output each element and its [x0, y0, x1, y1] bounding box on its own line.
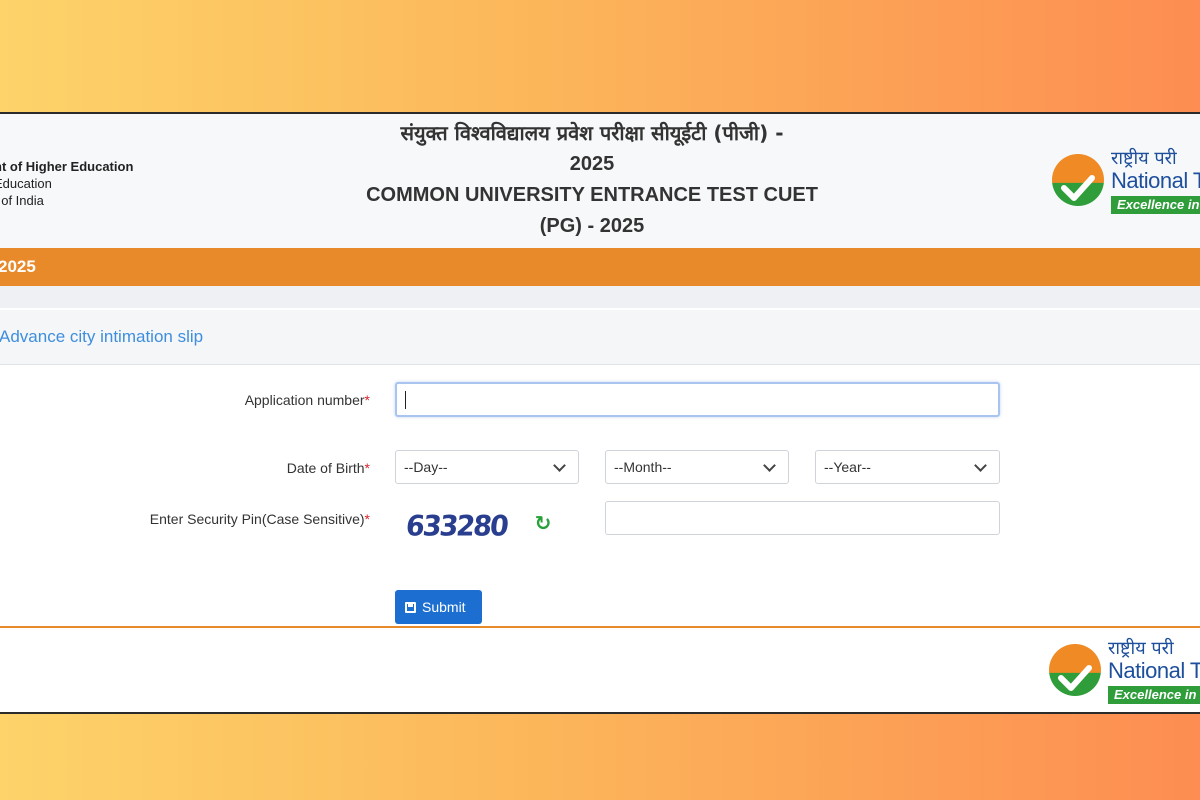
application-number-input[interactable]	[395, 382, 1000, 417]
save-icon	[405, 601, 416, 613]
chevron-down-icon	[763, 459, 776, 472]
nta-emblem-icon	[1049, 644, 1101, 696]
site-header: nt of Higher Education Education t of In…	[0, 114, 1200, 248]
captcha-image: 633280	[396, 501, 524, 553]
chevron-down-icon	[974, 459, 987, 472]
logo-hindi-text: राष्ट्रीय परी	[1111, 148, 1177, 169]
security-pin-input[interactable]	[605, 501, 1000, 535]
required-mark: *	[364, 460, 370, 476]
logo-english-text: National Tes	[1111, 168, 1200, 193]
security-pin-label: Enter Security Pin(Case Sensitive)*	[150, 511, 370, 527]
page-title: संयुक्त विश्वविद्यालय प्रवेश परीक्षा सीय…	[350, 118, 834, 242]
chevron-down-icon	[553, 459, 566, 472]
refresh-captcha-icon[interactable]: ↻	[532, 513, 554, 535]
panel-heading: Advance city intimation slip	[0, 310, 1200, 365]
submit-label: Submit	[422, 599, 466, 615]
logo-tagline: Excellence in	[1111, 196, 1200, 214]
nta-logo[interactable]: राष्ट्रीय परी National Tes Excellence in	[1052, 146, 1200, 218]
date-of-birth-label: Date of Birth*	[287, 460, 370, 476]
check-icon	[1058, 665, 1092, 691]
submit-button[interactable]: Submit	[395, 590, 482, 624]
orange-title-bar: 2025	[0, 248, 1200, 286]
title-hindi-line-2: 2025	[569, 153, 615, 175]
title-english-line-1: COMMON UNIVERSITY ENTRANCE TEST CUET	[366, 184, 818, 206]
ministry-text: nt of Higher Education Education t of In…	[0, 158, 133, 209]
footer-logo-english-text: National Tes	[1108, 658, 1200, 683]
application-number-label-text: Application number	[244, 392, 365, 408]
dob-month-select[interactable]: --Month--	[605, 450, 789, 484]
footer-nta-logo[interactable]: राष्ट्रीय परी National Tes Excellence in	[1049, 636, 1200, 708]
text-caret	[405, 391, 406, 409]
required-mark: *	[364, 392, 370, 408]
required-mark: *	[364, 511, 370, 527]
dob-day-select[interactable]: --Day--	[395, 450, 579, 484]
check-icon	[1061, 175, 1095, 201]
date-of-birth-label-text: Date of Birth	[286, 460, 365, 476]
ministry-line-1: nt of Higher Education	[0, 159, 134, 174]
ministry-line-2: Education	[0, 176, 52, 191]
dob-year-select[interactable]: --Year--	[815, 450, 1000, 484]
footer-logo-tagline: Excellence in	[1108, 686, 1200, 704]
footer-logo-hindi-text: राष्ट्रीय परी	[1108, 638, 1174, 659]
application-number-label: Application number*	[245, 392, 370, 408]
title-english-line-2: (PG) - 2025	[539, 215, 645, 237]
nta-emblem-icon	[1052, 154, 1104, 206]
security-pin-label-text: Enter Security Pin(Case Sensitive)	[149, 511, 365, 527]
title-hindi-line-1: संयुक्त विश्वविद्यालय प्रवेश परीक्षा सीय…	[400, 121, 784, 145]
dob-month-value: --Month--	[614, 459, 672, 475]
site-footer: राष्ट्रीय परी National Tes Excellence in	[0, 626, 1200, 712]
dob-year-value: --Year--	[824, 459, 871, 475]
browser-viewport: nt of Higher Education Education t of In…	[0, 112, 1200, 714]
orange-bar-text: 2025	[0, 257, 36, 276]
divider-band	[0, 286, 1200, 308]
panel-title: Advance city intimation slip	[0, 327, 204, 346]
captcha-text: 633280	[404, 510, 509, 543]
ministry-line-3: t of India	[0, 193, 44, 208]
dob-day-value: --Day--	[404, 459, 448, 475]
